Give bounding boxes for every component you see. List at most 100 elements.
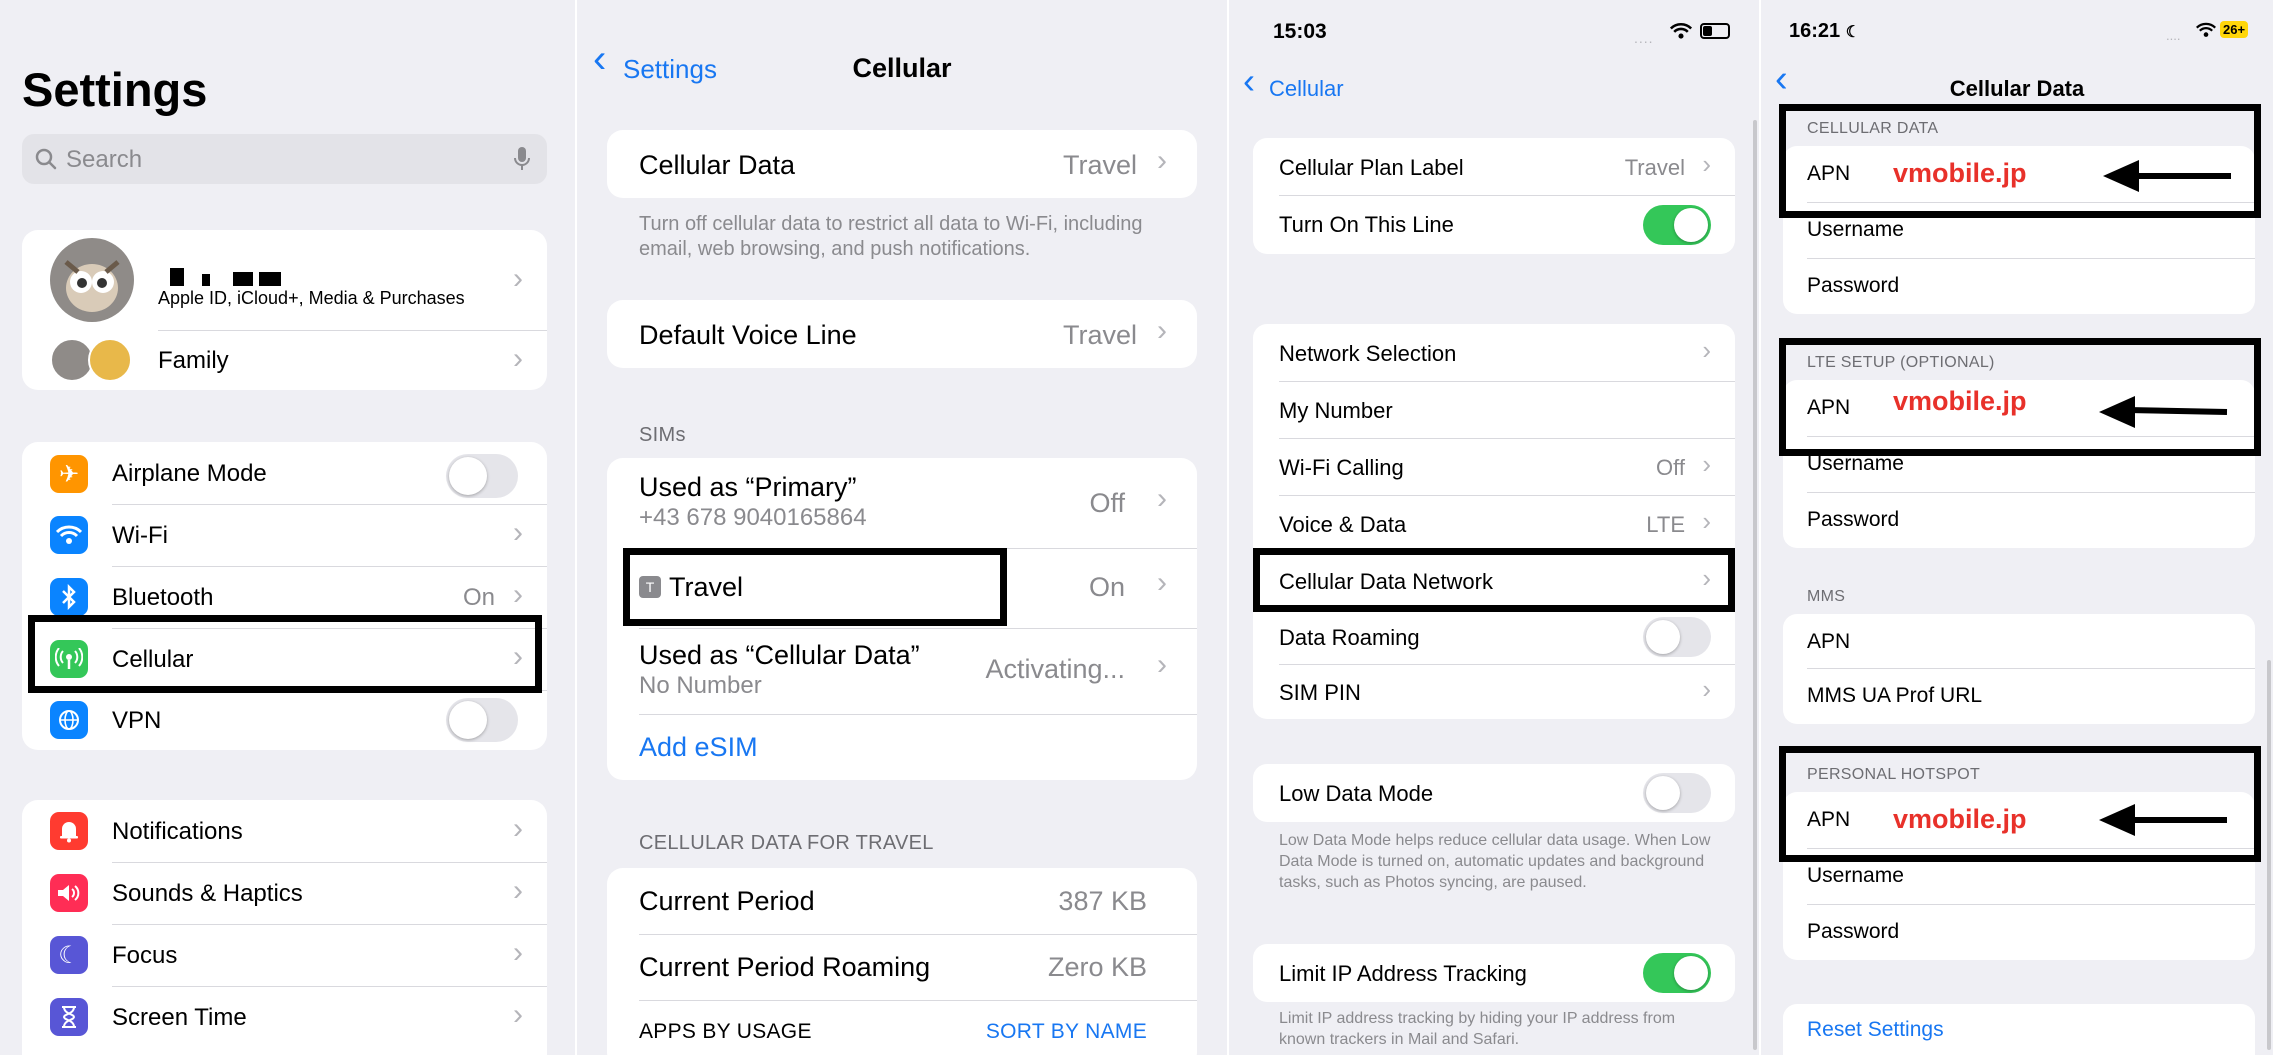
- sidebar-item-notifications[interactable]: Notifications ›: [22, 800, 547, 862]
- usage-header: CELLULAR DATA FOR TRAVEL: [639, 832, 934, 854]
- sort-by-name-button[interactable]: SORT BY NAME: [986, 1020, 1147, 1044]
- wifi-calling-row[interactable]: Wi-Fi Calling Off ›: [1253, 438, 1735, 495]
- chevron-left-icon: ‹: [1243, 60, 1255, 101]
- family-label[interactable]: Family: [158, 347, 229, 375]
- chevron-right-icon: ›: [1157, 482, 1167, 515]
- vpn-toggle[interactable]: [446, 698, 518, 742]
- chevron-right-icon: ›: [1702, 335, 1711, 365]
- chevron-right-icon: ›: [513, 262, 523, 295]
- battery-icon: [1700, 23, 1730, 39]
- sim-pin-row[interactable]: SIM PIN ›: [1253, 664, 1735, 719]
- wifi-icon: [50, 516, 88, 554]
- plan-label-row[interactable]: Cellular Plan Label Travel ›: [1253, 138, 1735, 195]
- chevron-right-icon: ›: [513, 812, 523, 845]
- arrow-left-icon: [2099, 804, 2227, 836]
- microphone-icon[interactable]: [512, 145, 532, 173]
- sidebar-item-wifi[interactable]: Wi-Fi ›: [22, 504, 547, 566]
- chevron-right-icon: ›: [513, 936, 523, 969]
- cellular-data-card[interactable]: Cellular Data Travel ›: [607, 130, 1197, 198]
- reset-card[interactable]: Reset Settings: [1783, 1004, 2255, 1055]
- scrollbar[interactable]: [2267, 660, 2271, 1050]
- usage-card: Current Period 387 KB Current Period Roa…: [607, 868, 1197, 1055]
- chevron-right-icon: ›: [513, 578, 523, 611]
- search-field[interactable]: Search: [22, 134, 547, 184]
- sidebar-item-vpn[interactable]: VPN: [22, 690, 547, 750]
- sidebar-item-airplane-mode[interactable]: ✈ Airplane Mode: [22, 442, 547, 504]
- search-icon: [35, 148, 57, 170]
- cellular-panel: ‹ Settings Cellular Cellular Data Travel…: [577, 0, 1227, 1055]
- default-voice-card[interactable]: Default Voice Line Travel ›: [607, 300, 1197, 368]
- signal-icon: ....: [1634, 30, 1654, 46]
- signal-icon: ....: [2166, 28, 2181, 43]
- vpn-icon: [50, 701, 88, 739]
- chevron-right-icon: ›: [513, 342, 523, 375]
- sidebar-item-focus[interactable]: ☾ Focus ›: [22, 924, 547, 986]
- hourglass-icon: [50, 998, 88, 1036]
- sidebar-item-screen-time[interactable]: Screen Time ›: [22, 986, 547, 1048]
- moon-icon: ☾: [50, 936, 88, 974]
- scrollbar[interactable]: [1753, 120, 1757, 1050]
- sidebar-item-sounds[interactable]: Sounds & Haptics ›: [22, 862, 547, 924]
- limit-ip-footer: Limit IP address tracking by hiding your…: [1279, 1010, 1676, 1048]
- chevron-right-icon: ›: [1702, 674, 1711, 704]
- current-roaming-row: Current Period Roaming Zero KB: [639, 952, 1147, 982]
- chevron-right-icon: ›: [1157, 566, 1167, 599]
- nav-title: Cellular Data: [1949, 76, 2085, 101]
- apps-by-usage-label: APPS BY USAGE: [639, 1020, 812, 1043]
- voice-data-row[interactable]: Voice & Data LTE ›: [1253, 495, 1735, 552]
- chevron-right-icon: ›: [1157, 144, 1167, 177]
- airplane-icon: ✈: [50, 455, 88, 493]
- section-mms: MMS: [1807, 588, 1846, 605]
- notifications-card: Notifications › Sounds & Haptics › ☾ Foc…: [22, 800, 547, 1055]
- speaker-icon: [50, 874, 88, 912]
- moon-icon: ☾: [1845, 24, 1861, 41]
- apn-panel: 16:21 ☾ .... 26+ ‹ Cellular Data CELLULA…: [1761, 0, 2273, 1055]
- wifi-icon: [1670, 23, 1692, 39]
- connectivity-card: ✈ Airplane Mode Wi-Fi › Bluetooth On › C…: [22, 442, 547, 750]
- highlight-box-cellular-data-network: [1253, 548, 1735, 612]
- reset-settings-button[interactable]: Reset Settings: [1807, 1018, 1944, 1042]
- chevron-right-icon: ›: [513, 516, 523, 549]
- bluetooth-icon: [50, 578, 88, 616]
- network-card: Network Selection › My Number Wi-Fi Call…: [1253, 324, 1735, 719]
- profile-card[interactable]: Apple ID, iCloud+, Media & Purchases › F…: [22, 230, 547, 390]
- sim-cellular-data-row[interactable]: Used as “Cellular Data” No Number Activa…: [607, 628, 1197, 714]
- limit-ip-card: Limit IP Address Tracking: [1253, 944, 1735, 1002]
- turn-on-line-row: Turn On This Line: [1253, 195, 1735, 254]
- chevron-right-icon: ›: [1702, 149, 1711, 179]
- cellular-data-footer: Turn off cellular data to restrict all d…: [639, 213, 1143, 260]
- nav-title: Cellular: [852, 53, 952, 83]
- mms-ua-prof-row[interactable]: MMS UA Prof URL: [1783, 668, 2255, 724]
- status-time: 16:21 ☾: [1789, 20, 1861, 42]
- data-roaming-row: Data Roaming: [1253, 609, 1735, 664]
- search-input[interactable]: Search: [66, 146, 142, 174]
- password-row[interactable]: Password: [1783, 904, 2255, 960]
- add-esim-link[interactable]: Add eSIM: [639, 732, 758, 763]
- mms-card: APN MMS UA Prof URL: [1783, 614, 2255, 724]
- my-number-row[interactable]: My Number: [1253, 381, 1735, 438]
- chevron-right-icon: ›: [513, 998, 523, 1031]
- chevron-right-icon: ›: [1157, 648, 1167, 681]
- network-selection-row[interactable]: Network Selection ›: [1253, 324, 1735, 381]
- wifi-icon: [2196, 22, 2216, 37]
- arrow-left-icon: [2099, 396, 2228, 428]
- data-roaming-toggle[interactable]: [1643, 617, 1711, 657]
- bluetooth-status: On: [462, 584, 495, 611]
- password-row[interactable]: Password: [1783, 492, 2255, 548]
- profile-subtitle: Apple ID, iCloud+, Media & Purchases: [158, 288, 465, 308]
- airplane-mode-toggle[interactable]: [446, 454, 518, 498]
- sim-primary-row[interactable]: Used as “Primary” +43 678 9040165864 Off…: [607, 458, 1197, 548]
- mms-apn-row[interactable]: APN: [1783, 614, 2255, 668]
- settings-panel: Settings Search Apple ID, iCloud+, Media…: [0, 0, 575, 1055]
- arrow-left-icon: [2103, 160, 2231, 192]
- highlight-box-cellular: [28, 615, 542, 693]
- password-row[interactable]: Password: [1783, 258, 2255, 314]
- low-data-mode-toggle[interactable]: [1643, 773, 1711, 813]
- turn-on-line-toggle[interactable]: [1643, 205, 1711, 245]
- limit-ip-toggle[interactable]: [1643, 953, 1711, 993]
- chevron-right-icon: ›: [1702, 506, 1711, 536]
- chevron-right-icon: ›: [1702, 449, 1711, 479]
- battery-icon: 26+: [2220, 21, 2249, 38]
- current-period-row: Current Period 387 KB: [639, 886, 1147, 916]
- line-settings-panel: 15:03 .... ‹ Cellular Cellular Plan Labe…: [1229, 0, 1759, 1055]
